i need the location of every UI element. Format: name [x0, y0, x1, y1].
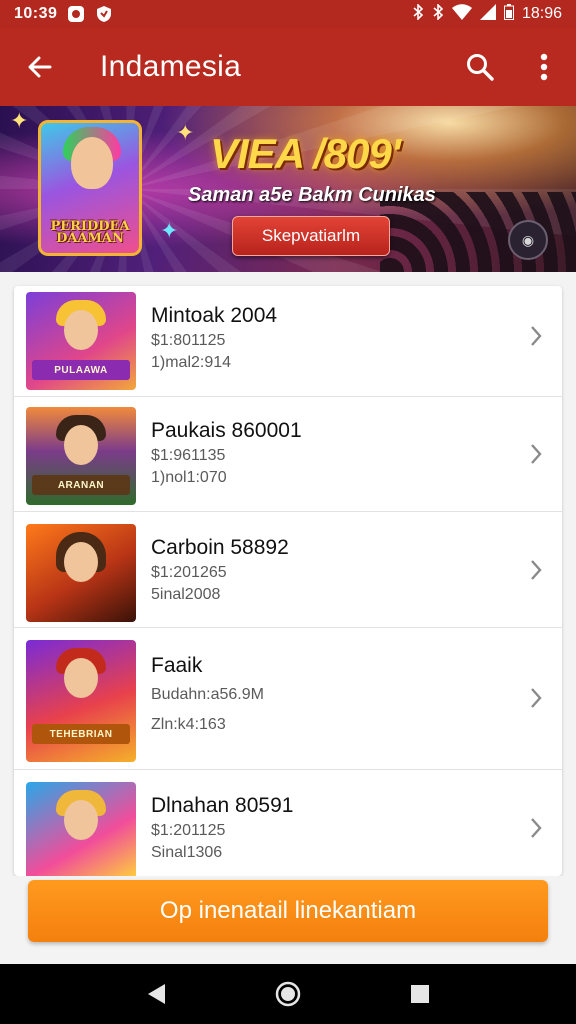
banner-game-art: PERIDDEA DAAMAN	[38, 120, 142, 256]
item-detail: 5inal2008	[151, 586, 221, 603]
status-time: 10:39	[14, 5, 58, 22]
list-item[interactable]: PULAAWA Mintoak 2004 $1:801125 1)mal2:91…	[14, 286, 562, 397]
list-item[interactable]: Dlnahan 80591 $1:201125 Sinal1306	[14, 770, 562, 876]
banner-cta-button[interactable]: Skepvatiarlm	[232, 216, 390, 256]
item-detail: 1)nol1:070	[151, 469, 227, 486]
home-circle-icon[interactable]	[264, 970, 312, 1018]
list-item[interactable]: ARANAN Paukais 860001 $1:961135 1)nol1:0…	[14, 397, 562, 512]
camera-icon: ◉	[508, 220, 548, 260]
item-text: Carboin 58892 $1:201265 5inal2008	[151, 536, 289, 604]
art-logo: PERIDDEA DAAMAN	[50, 219, 130, 246]
thumb-face	[64, 800, 98, 840]
banner-headline: VIEA /809'	[210, 130, 401, 177]
page-title: Indamesia	[100, 50, 242, 83]
item-price: $1:961135	[151, 447, 226, 464]
app-bar: Indamesia	[0, 28, 576, 106]
item-detail: Sinal1306	[151, 844, 223, 861]
thumb-face	[64, 658, 98, 698]
primary-action-button[interactable]: Op inenatail linekantiam	[28, 880, 548, 942]
thumb-face	[64, 425, 98, 465]
chevron-right-icon	[524, 558, 548, 582]
notification-icon	[67, 5, 85, 23]
chevron-right-icon	[524, 816, 548, 840]
item-price: Budahn:a56.9M	[151, 686, 264, 703]
sparkle-icon: ✦	[176, 120, 195, 145]
battery-icon	[503, 3, 514, 25]
app-bar-actions	[448, 28, 576, 106]
item-name: Paukais 860001	[151, 419, 302, 442]
item-price: $1:801125	[151, 332, 226, 349]
item-price: $1:201265	[151, 564, 227, 581]
thumb-logo: ARANAN	[32, 475, 130, 495]
thumb-face	[64, 542, 98, 582]
sparkle-icon: ✦	[10, 108, 29, 133]
thumb-logo: PULAAWA	[32, 360, 130, 380]
item-thumbnail	[26, 524, 136, 622]
status-right-text: 18:96	[521, 5, 562, 22]
item-name: Carboin 58892	[151, 536, 289, 559]
thumb-logo: TEHEBRIAN	[32, 724, 130, 744]
item-detail: Zln:k4:163	[151, 716, 226, 733]
more-vert-icon[interactable]	[512, 28, 576, 106]
item-text: Faaik Budahn:a56.9M Zln:k4:163	[151, 654, 264, 734]
game-list: PULAAWA Mintoak 2004 $1:801125 1)mal2:91…	[14, 286, 562, 876]
status-right: 18:96	[412, 2, 562, 25]
status-bar: 10:39 18:96	[0, 0, 576, 28]
item-thumbnail	[26, 782, 136, 876]
banner-subline: Saman a5e Bakm Cunikas	[188, 184, 436, 206]
list-item[interactable]: Carboin 58892 $1:201265 5inal2008	[14, 512, 562, 628]
promo-banner[interactable]: ✦ ✦ ✦ PERIDDEA DAAMAN VIEA /809' Saman a…	[0, 106, 576, 272]
app-screen: 10:39 18:96 Indamesia ✦ ✦ ✦ PERIDDEA DAA…	[0, 0, 576, 1024]
item-text: Dlnahan 80591 $1:201125 Sinal1306	[151, 794, 293, 862]
item-name: Mintoak 2004	[151, 304, 278, 327]
arrow-back-icon[interactable]	[0, 28, 80, 106]
item-text: Mintoak 2004 $1:801125 1)mal2:914	[151, 304, 277, 372]
search-icon[interactable]	[448, 28, 512, 106]
item-name: Dlnahan 80591	[151, 794, 294, 817]
item-price: $1:201125	[151, 822, 226, 839]
list-item[interactable]: TEHEBRIAN Faaik Budahn:a56.9M Zln:k4:163	[14, 628, 562, 770]
item-thumbnail: TEHEBRIAN	[26, 640, 136, 762]
recents-square-icon[interactable]	[396, 970, 444, 1018]
system-nav-bar	[0, 964, 576, 1024]
back-triangle-icon[interactable]	[132, 970, 180, 1018]
thumb-face	[64, 310, 98, 350]
item-text: Paukais 860001 $1:961135 1)nol1:070	[151, 419, 302, 487]
item-detail: 1)mal2:914	[151, 354, 232, 371]
wifi-icon	[451, 3, 472, 25]
chevron-right-icon	[524, 324, 548, 348]
item-name: Faaik	[151, 654, 203, 677]
item-thumbnail: ARANAN	[26, 407, 136, 505]
bluetooth-icon	[432, 2, 444, 25]
item-thumbnail: PULAAWA	[26, 292, 136, 390]
art-face	[71, 137, 113, 189]
bluetooth-icon	[412, 2, 424, 25]
sparkle-icon: ✦	[160, 218, 179, 243]
chevron-right-icon	[524, 686, 548, 710]
signal-icon	[479, 3, 496, 25]
shield-icon	[95, 5, 113, 23]
chevron-right-icon	[524, 442, 548, 466]
